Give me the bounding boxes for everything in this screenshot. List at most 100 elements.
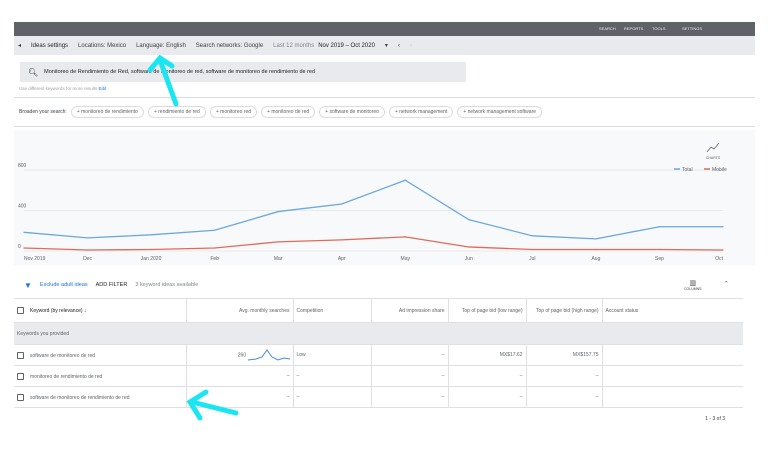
collapse-chart-icon[interactable]: ⌃ [724,281,729,287]
impression-share: – [371,386,449,408]
table-row: monitoreo de rendimiento de red – – – – … [14,365,743,387]
data-point [214,229,216,231]
locations-setting[interactable]: Locations: Mexico [78,43,126,49]
data-point [150,234,152,236]
data-point [214,247,216,249]
data-point [23,231,25,233]
y-tick-label: 0 [18,244,21,250]
next-icon[interactable]: › [410,43,412,49]
x-tick-label: May [401,256,411,262]
header-competition[interactable]: Competition [293,298,372,323]
date-range[interactable]: Nov 2019 – Oct 2020 [318,43,375,49]
select-all-checkbox[interactable] [17,307,24,314]
account-status [602,365,743,387]
dropdown-icon[interactable]: ▾ [385,42,388,49]
table-row: software de monitoreo de rendimiento de … [14,386,743,408]
x-tick-label: Nov 2019 [24,256,46,262]
data-point [341,203,343,205]
add-filter-button[interactable]: ADD FILTER [96,282,128,288]
legend-label: Mobile [712,167,727,173]
charts-label: CHARTS [706,156,721,160]
row-checkbox[interactable] [17,372,24,380]
data-point [531,248,533,251]
broaden-chip[interactable]: + network management software [457,106,543,118]
keyword: software de monitoreo de red [30,352,96,359]
edit-link[interactable]: Edit [98,86,106,91]
data-point [86,237,89,239]
broaden-chip[interactable]: + monitoreo red [209,106,258,118]
header-impression-share[interactable]: Ad impression share [371,298,449,323]
broaden-chip[interactable]: + monitoreo de rendimiento [70,106,144,118]
table-row: software de monitoreo de red 260 Low – M… [14,344,743,366]
language-setting[interactable]: Language: English [136,43,186,49]
account-status [602,344,743,366]
broaden-chip[interactable]: + rendimiento de red [147,106,206,118]
bid-low: – [448,365,527,387]
divider [14,97,755,98]
search-volume-chart: 0 400 800 Nov 2019 Dec Jan 2020 Feb Mar Apr May Ju… [14,130,755,265]
ideas-settings[interactable]: Ideas settings [31,43,68,49]
search-icon: 🔍︎ [28,67,39,77]
x-tick-label: Mar [274,256,283,262]
divider [14,126,755,127]
header-avg-searches[interactable]: Avg. monthly searches [186,298,294,323]
header-account-status[interactable]: Account status [602,298,743,323]
nav-reports[interactable]: REPORTS [624,26,643,31]
broaden-chip[interactable]: + software de monitoreo [319,106,385,118]
ideas-toolbar: ◂ Ideas settings Locations: Mexico Langu… [14,36,755,55]
line-chart: 0 400 800 Nov 2019 Dec Jan 2020 Feb Mar Apr May Ju… [18,142,727,262]
nav-tools[interactable]: TOOLS [652,26,666,31]
data-point [277,210,279,213]
impression-share: – [371,365,449,387]
data-point [404,179,406,181]
broaden-chip[interactable]: + monitoreo de red [261,106,316,118]
competition: Low [293,344,372,366]
pagination: 1 - 3 of 3 [705,416,725,422]
header-bid-high[interactable]: Top of page bid (high range) [526,298,603,323]
x-tick-label: Dec [83,256,92,262]
hint-text: Use different keywords for more results [19,86,98,91]
nav-search[interactable]: SEARCH [599,26,616,31]
x-tick-label: Apr [338,256,346,262]
columns-icon: ▥ [689,280,697,287]
group-label: Keywords you provided [14,322,743,345]
keyword-search-input[interactable]: 🔍︎ Monitoreo de Rendimiento de Red, soft… [20,62,466,82]
competition: – [293,365,372,387]
bid-low: MX$17.62 [448,344,527,366]
keyword-table: Keyword (by relevance) ↓ Avg. monthly se… [14,298,743,408]
row-checkbox[interactable] [17,351,24,359]
header-keyword[interactable]: Keyword (by relevance) ↓ [14,298,187,323]
broaden-chip[interactable]: + network management [388,106,454,118]
prev-icon[interactable]: ‹ [398,43,400,49]
columns-button[interactable]: ▥ COLUMNS [684,279,702,291]
data-point [595,248,597,251]
exclude-adult-ideas[interactable]: Exclude adult ideas [40,282,88,288]
avg-searches: 260 [237,352,247,359]
nav-settings[interactable]: SETTINGS [682,26,702,31]
broaden-label: Broaden your search: [19,109,67,115]
header-bid-low[interactable]: Top of page bid (low range) [448,298,527,323]
collapse-icon[interactable]: ◂ [18,42,21,49]
series-line-total [23,179,723,240]
top-bar: SEARCH REPORTS TOOLS SETTINGS [14,22,755,36]
x-tick-label: Feb [210,256,219,262]
data-point [150,248,152,251]
networks-setting[interactable]: Search networks: Google [196,43,263,49]
competition: – [293,386,372,408]
keywords-hint: Use different keywords for more results … [19,86,106,91]
search-value: Monitoreo de Rendimiento de Red, softwar… [44,69,316,75]
data-point [341,239,343,241]
data-point [86,249,89,251]
y-tick-label: 400 [18,204,27,210]
avg-searches: – [186,365,294,387]
data-point [658,248,661,251]
data-point [595,238,597,240]
impression-share: – [371,344,449,366]
filter-icon[interactable]: ▼ [24,281,32,290]
x-tick-label: Jul [529,256,535,262]
keyword-planner-window: SEARCH REPORTS TOOLS SETTINGS ◂ Ideas se… [14,22,755,434]
row-checkbox[interactable] [17,393,24,401]
x-tick-label: Jan 2020 [141,256,162,262]
keyword: software de monitoreo de rendimiento de … [30,394,130,401]
data-point [468,219,470,221]
